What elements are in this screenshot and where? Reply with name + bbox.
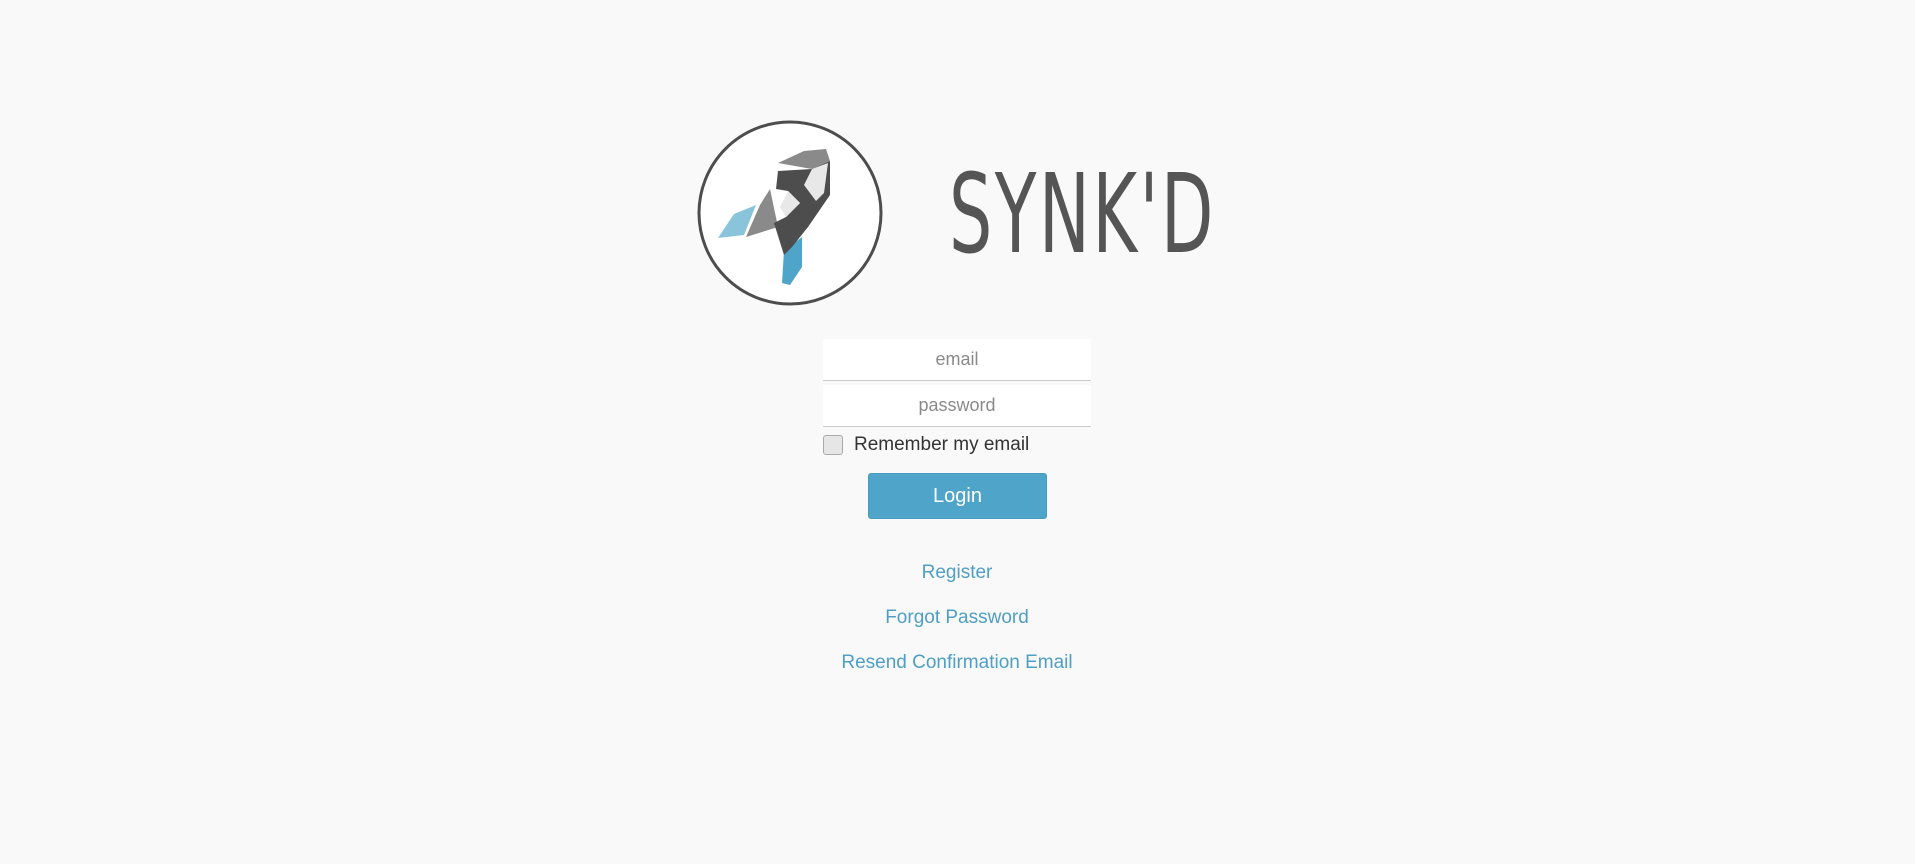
login-button[interactable]: Login [868, 473, 1047, 519]
brand-logo: SYNK'D [696, 119, 1216, 309]
resend-confirmation-link[interactable]: Resend Confirmation Email [757, 647, 1157, 692]
auth-links: Register Forgot Password Resend Confirma… [757, 557, 1157, 692]
forgot-password-link[interactable]: Forgot Password [757, 602, 1157, 647]
remember-email-label: Remember my email [854, 434, 1030, 455]
email-input[interactable] [823, 339, 1091, 381]
login-form: Remember my email Login [823, 339, 1091, 519]
remember-email-row: Remember my email [823, 431, 1091, 459]
login-page: SYNK'D Remember my email Login Register … [0, 0, 1915, 864]
register-link[interactable]: Register [757, 557, 1157, 602]
password-input[interactable] [823, 385, 1091, 427]
remember-email-checkbox[interactable] [823, 435, 843, 455]
rocket-icon [697, 120, 883, 306]
brand-wordmark: SYNK'D [949, 150, 1216, 278]
